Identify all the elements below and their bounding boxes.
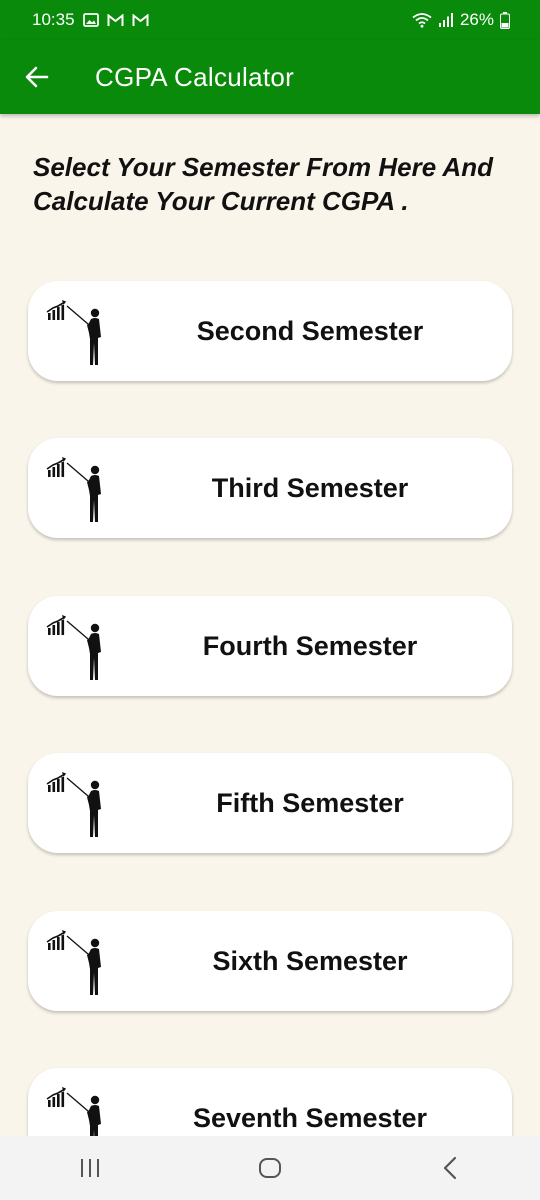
recent-apps-button[interactable]: [60, 1138, 120, 1198]
semester-label: Seventh Semester: [192, 1102, 428, 1133]
arrow-left-icon: [25, 66, 49, 88]
recent-apps-icon: [81, 1159, 99, 1177]
semester-card-seventh[interactable]: Seventh Semester: [28, 1068, 512, 1136]
presenter-chart-icon: [46, 929, 102, 995]
gallery-icon: [82, 13, 99, 27]
semester-label: Fifth Semester: [216, 787, 404, 818]
semester-card-fifth[interactable]: Fifth Semester: [28, 753, 512, 853]
semester-card-fourth[interactable]: Fourth Semester: [28, 596, 512, 696]
back-button[interactable]: [0, 40, 74, 114]
semester-label: Sixth Semester: [212, 945, 408, 976]
semester-list[interactable]: Select Your Semester From Here And Calcu…: [0, 114, 540, 1136]
semester-card-sixth[interactable]: Sixth Semester: [28, 911, 512, 1011]
semester-label: Second Semester: [196, 315, 424, 346]
battery-percent: 26%: [459, 10, 494, 29]
status-left: 10:35: [32, 10, 149, 30]
app-bar: CGPA Calculator: [0, 40, 540, 114]
system-nav-bar: [0, 1136, 540, 1200]
nav-back-button[interactable]: [420, 1138, 480, 1198]
status-bar: 10:35 26%: [0, 0, 540, 40]
wifi-icon: [412, 13, 432, 28]
semester-label: Fourth Semester: [202, 630, 418, 661]
presenter-chart-icon: [46, 456, 102, 522]
semester-label: Third Semester: [211, 472, 409, 503]
home-button[interactable]: [240, 1138, 300, 1198]
semester-card-second[interactable]: Second Semester: [28, 281, 512, 381]
status-right: 26%: [412, 10, 510, 30]
page-heading: Select Your Semester From Here And Calcu…: [33, 150, 523, 218]
signal-icon: [438, 13, 453, 27]
app-title: CGPA Calculator: [95, 61, 295, 92]
presenter-chart-icon: [46, 614, 102, 680]
gmail-icon: [107, 13, 124, 26]
semester-card-third[interactable]: Third Semester: [28, 438, 512, 538]
heading-line-1: Select Your Semester From Here And: [33, 152, 493, 182]
presenter-chart-icon: [46, 299, 102, 365]
presenter-chart-icon: [46, 1086, 102, 1136]
gmail-icon: [132, 13, 149, 26]
heading-line-2: Calculate Your Current CGPA .: [33, 186, 409, 216]
back-icon: [443, 1156, 457, 1180]
home-icon: [259, 1158, 281, 1178]
battery-icon: [500, 11, 510, 29]
status-time: 10:35: [32, 10, 75, 29]
presenter-chart-icon: [46, 771, 102, 837]
